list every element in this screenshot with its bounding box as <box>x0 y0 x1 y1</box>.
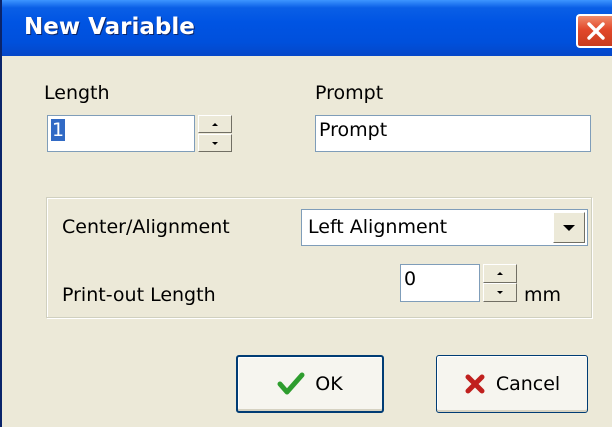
title-bar[interactable]: New Variable <box>2 0 612 56</box>
length-value: 1 <box>51 119 66 141</box>
printout-spin-up-button[interactable] <box>483 264 517 283</box>
ok-label: OK <box>315 373 343 395</box>
cancel-button[interactable]: Cancel <box>436 355 588 413</box>
printout-length-input[interactable]: 0 <box>400 264 480 302</box>
printout-spin-down-button[interactable] <box>483 283 517 302</box>
printout-value: 0 <box>404 268 417 290</box>
length-label: Length <box>44 82 110 104</box>
alignment-dropdown-button[interactable] <box>553 212 585 243</box>
prompt-value: Prompt <box>319 119 388 141</box>
arrow-down-icon <box>212 141 218 145</box>
arrow-down-icon <box>497 291 503 294</box>
arrow-up-icon <box>212 122 218 126</box>
length-spin-up-button[interactable] <box>198 115 232 133</box>
prompt-label: Prompt <box>315 82 384 104</box>
printout-unit: mm <box>524 284 562 306</box>
close-button[interactable] <box>576 14 612 48</box>
alignment-label: Center/Alignment <box>62 216 230 238</box>
cancel-label: Cancel <box>495 373 561 395</box>
x-icon <box>464 373 486 395</box>
dialog-window: New Variable Length 1 Prompt Prompt Cent… <box>0 0 612 427</box>
alignment-dropdown[interactable]: Left Alignment <box>301 209 588 246</box>
alignment-selected: Left Alignment <box>308 216 448 238</box>
prompt-input[interactable]: Prompt <box>315 115 591 152</box>
printout-spinner[interactable] <box>483 264 517 302</box>
length-input[interactable]: 1 <box>47 115 195 152</box>
chevron-down-icon <box>563 224 575 231</box>
close-icon <box>585 20 607 42</box>
window-title: New Variable <box>24 14 195 40</box>
checkmark-icon <box>277 372 305 396</box>
printout-label: Print-out Length <box>62 284 216 306</box>
length-spin-down-button[interactable] <box>198 134 232 152</box>
length-spinner[interactable] <box>198 115 232 152</box>
arrow-up-icon <box>497 272 503 275</box>
ok-button[interactable]: OK <box>236 355 384 413</box>
